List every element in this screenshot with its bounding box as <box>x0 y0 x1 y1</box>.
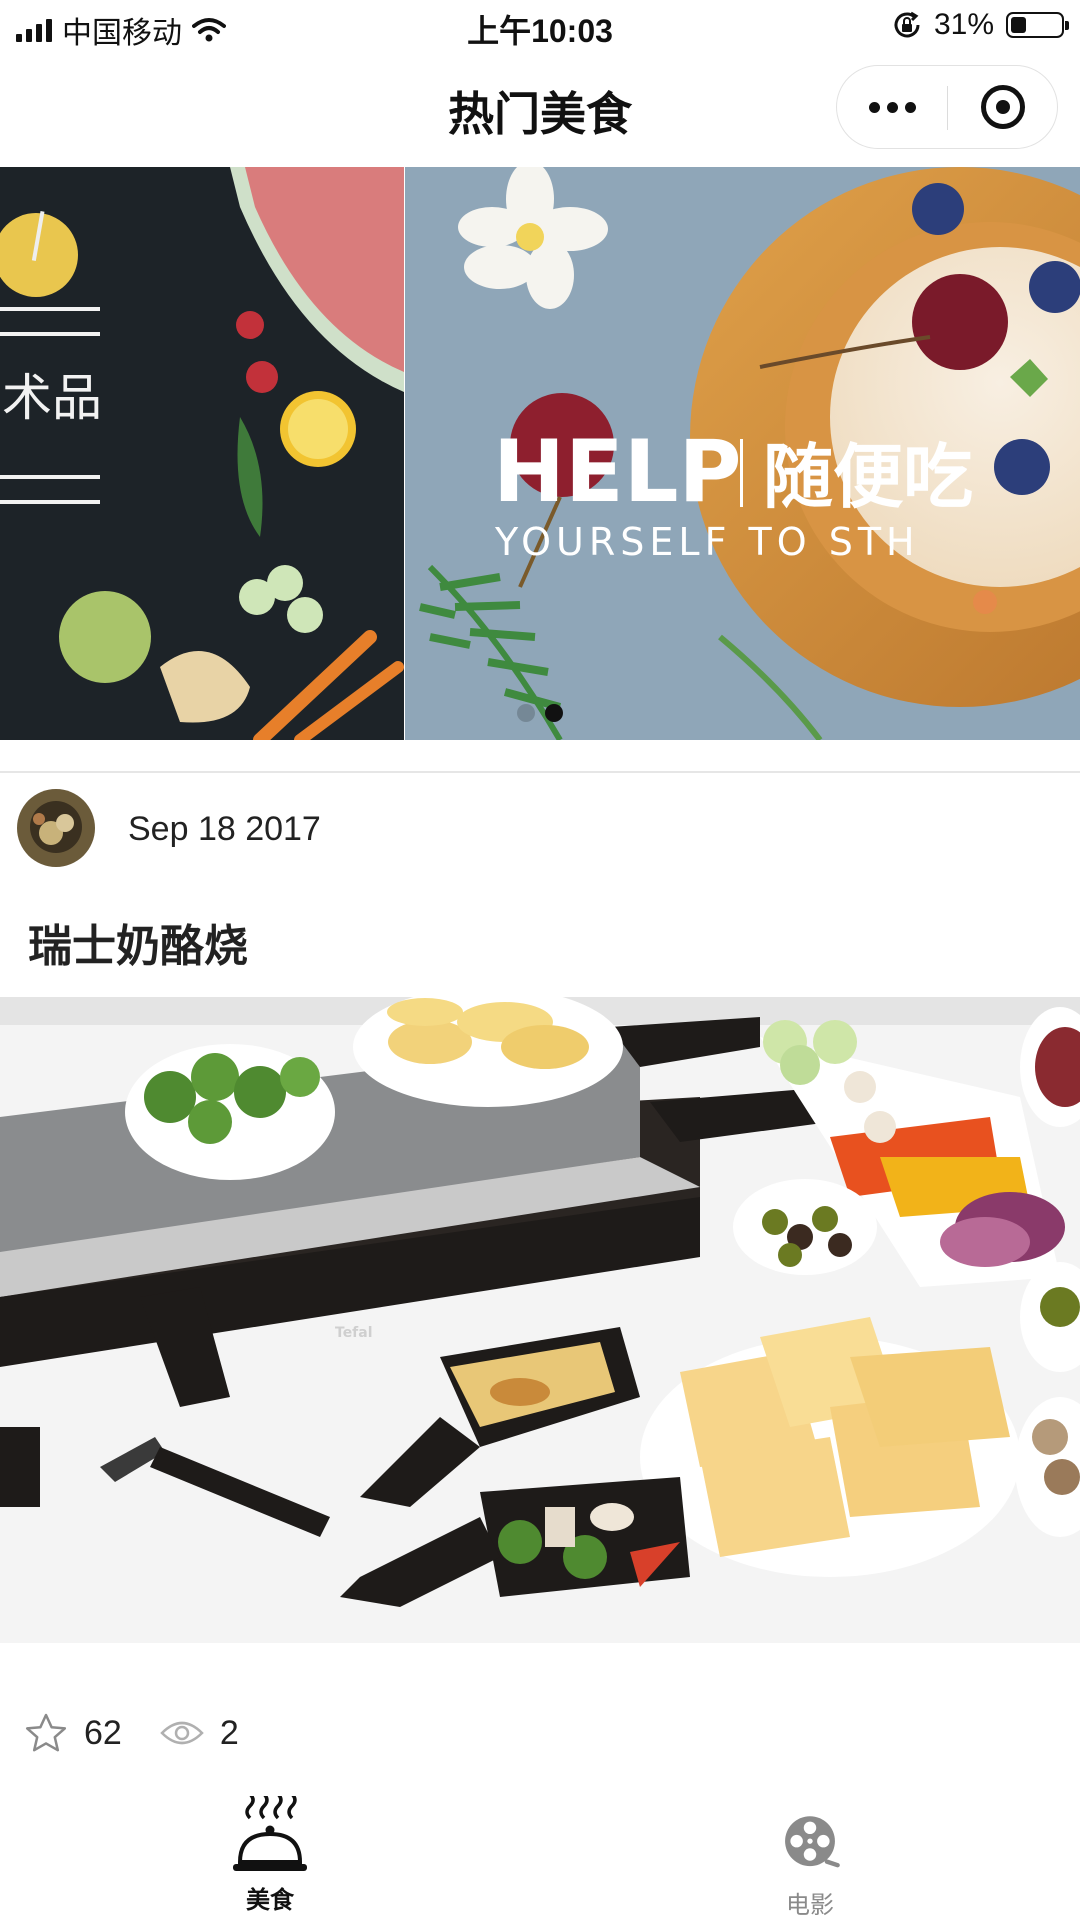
star-icon <box>25 1713 67 1752</box>
status-bar: 中国移动 上午10:03 31% <box>0 0 1080 56</box>
tab-bar: 美食 电影 <box>0 1796 1080 1920</box>
rotation-lock-icon <box>894 11 920 38</box>
banner-text-fragment: 术品 <box>2 369 102 427</box>
close-target-icon <box>981 85 1025 129</box>
carousel-dot[interactable] <box>545 704 563 722</box>
post-date: Sep 18 2017 <box>128 810 321 848</box>
battery-percent: 31% <box>933 8 994 41</box>
banner-image: 术品 HELP 随便吃 YOURSELF TO STH <box>0 167 1080 740</box>
banner-subline: YOURSELF TO STH <box>494 520 920 564</box>
post-photo[interactable]: Tefal <box>0 997 1080 1643</box>
banner-headline-en: HELP <box>493 422 742 522</box>
favorite-stat[interactable]: 62 <box>24 1712 122 1754</box>
nav-bar: 热门美食 <box>0 56 1080 166</box>
tab-movie-label: 电影 <box>786 1892 834 1919</box>
carousel-indicator <box>0 704 1080 722</box>
view-stat: 2 <box>160 1714 239 1753</box>
close-button[interactable] <box>948 66 1058 148</box>
more-dots-icon <box>868 101 880 113</box>
eye-icon <box>160 1721 204 1745</box>
tab-food[interactable]: 美食 <box>0 1796 540 1920</box>
avatar-image <box>17 789 95 867</box>
status-right: 31% <box>892 8 1069 42</box>
post-title[interactable]: 瑞士奶酪烧 <box>28 910 248 974</box>
view-count: 2 <box>219 1713 239 1752</box>
mini-program-capsule <box>836 65 1058 149</box>
film-reel-icon <box>785 1816 840 1868</box>
battery-icon <box>1006 12 1069 38</box>
avatar[interactable] <box>17 789 95 867</box>
raclette-photo: Tefal <box>0 997 1080 1643</box>
post-stats: 62 2 <box>24 1712 277 1754</box>
more-button[interactable] <box>837 66 947 148</box>
banner-headline-cn: 随便吃 <box>763 436 973 518</box>
tab-movie[interactable]: 电影 <box>540 1796 1080 1920</box>
star-count: 62 <box>84 1713 122 1752</box>
battery-fill <box>1011 17 1026 33</box>
photo-brand-text: Tefal <box>335 1325 373 1341</box>
tab-food-label: 美食 <box>246 1887 294 1914</box>
cloche-icon <box>233 1796 307 1871</box>
carousel-dot[interactable] <box>517 704 535 722</box>
banner-carousel[interactable]: 术品 HELP 随便吃 YOURSELF TO STH <box>0 167 1080 740</box>
section-divider <box>0 771 1080 773</box>
